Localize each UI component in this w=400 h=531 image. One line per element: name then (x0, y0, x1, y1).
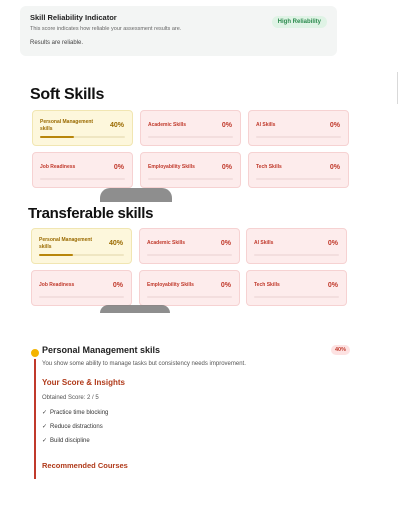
skill-progress-bar (39, 254, 124, 256)
skill-progress-bar (40, 178, 125, 180)
detail-title: Personal Management skils (42, 345, 161, 355)
tip-item: ✓ Build discipline (42, 437, 90, 444)
skill-progress-fill (39, 254, 73, 256)
tip-item: ✓ Practice time blocking (42, 409, 108, 416)
skill-progress-bar (254, 296, 339, 298)
skill-card-percent: 0% (329, 164, 340, 171)
skill-card-label: AI Skills (256, 122, 276, 128)
skill-card-percent: 0% (327, 240, 338, 247)
skill-card-tech[interactable]: Tech Skills 0% (248, 152, 349, 188)
transferable-skills-heading: Transferable skills (28, 205, 154, 222)
skill-card-job-readiness[interactable]: Job Readiness 0% (32, 152, 133, 188)
skill-card-label: Tech Skills (256, 164, 282, 170)
skill-card-percent: 0% (221, 164, 232, 171)
skill-card-label: Job Readiness (39, 282, 75, 288)
detail-score-badge: 40% (331, 345, 351, 355)
skill-card-percent: 0% (327, 282, 338, 289)
tip-text: Build discipline (50, 438, 90, 444)
skill-card-academic[interactable]: Academic Skills 0% (140, 110, 241, 146)
skill-card-percent: 0% (221, 122, 232, 129)
skill-card-academic[interactable]: Academic Skills 0% (139, 228, 240, 264)
check-icon: ✓ (42, 424, 48, 430)
skill-progress-fill (40, 136, 74, 138)
overlay-tab[interactable] (100, 305, 170, 313)
tip-text: Reduce distractions (50, 424, 103, 430)
skill-card-percent: 0% (329, 122, 340, 129)
skill-card-label: Academic Skills (148, 122, 187, 128)
detail-description: You show some ability to manage tasks bu… (42, 361, 246, 367)
skill-card-percent: 0% (112, 282, 123, 289)
insights-heading: Your Score & Insights (42, 378, 125, 387)
timeline-dot (29, 347, 41, 359)
overlay-tab[interactable] (100, 188, 172, 202)
skill-card-label: Academic Skills (147, 240, 186, 246)
skill-card-job-readiness[interactable]: Job Readiness 0% (31, 270, 132, 306)
reliability-badge: High Reliability (271, 16, 327, 28)
skill-card-percent: 40% (108, 240, 123, 247)
skill-card-label: Employability Skills (147, 282, 194, 288)
skill-card-label: AI Skills (254, 240, 274, 246)
skill-card-employability[interactable]: Employability Skills 0% (139, 270, 240, 306)
skill-progress-bar (39, 296, 124, 298)
check-icon: ✓ (42, 410, 48, 416)
skill-progress-bar (147, 296, 232, 298)
skill-card-percent: 0% (220, 240, 231, 247)
skill-card-label: Personal Management skills (39, 237, 93, 250)
skill-progress-bar (254, 254, 339, 256)
skill-card-percent: 0% (220, 282, 231, 289)
skill-progress-bar (148, 136, 233, 138)
skill-progress-bar (256, 178, 341, 180)
skill-progress-bar (147, 254, 232, 256)
reliability-panel: Skill Reliability Indicator This score i… (20, 6, 337, 56)
skill-card-employability[interactable]: Employability Skills 0% (140, 152, 241, 188)
check-icon: ✓ (42, 438, 48, 444)
scrollbar[interactable] (397, 72, 398, 104)
soft-skills-heading: Soft Skills (30, 86, 105, 103)
skill-card-ai[interactable]: AI Skills 0% (248, 110, 349, 146)
tip-text: Practice time blocking (50, 410, 109, 416)
skill-card-tech[interactable]: Tech Skills 0% (246, 270, 347, 306)
skill-progress-bar (256, 136, 341, 138)
skill-card-label: Job Readiness (40, 164, 76, 170)
timeline-line (34, 349, 36, 479)
skill-card-personal-management[interactable]: Personal Management skills 40% (31, 228, 132, 264)
skill-card-ai[interactable]: AI Skills 0% (246, 228, 347, 264)
skill-card-label: Personal Management skills (40, 119, 94, 132)
skill-progress-bar (40, 136, 125, 138)
skill-card-percent: 40% (109, 122, 124, 129)
reliability-status: Results are reliable. (30, 40, 84, 46)
skill-card-label: Employability Skills (148, 164, 195, 170)
recommended-courses-heading: Recommended Courses (42, 461, 128, 470)
skill-progress-bar (148, 178, 233, 180)
skill-card-percent: 0% (113, 164, 124, 171)
obtained-score: Obtained Score: 2 / 5 (42, 395, 99, 401)
tip-item: ✓ Reduce distractions (42, 423, 103, 430)
skill-card-label: Tech Skills (254, 282, 280, 288)
skill-card-personal-management[interactable]: Personal Management skills 40% (32, 110, 133, 146)
